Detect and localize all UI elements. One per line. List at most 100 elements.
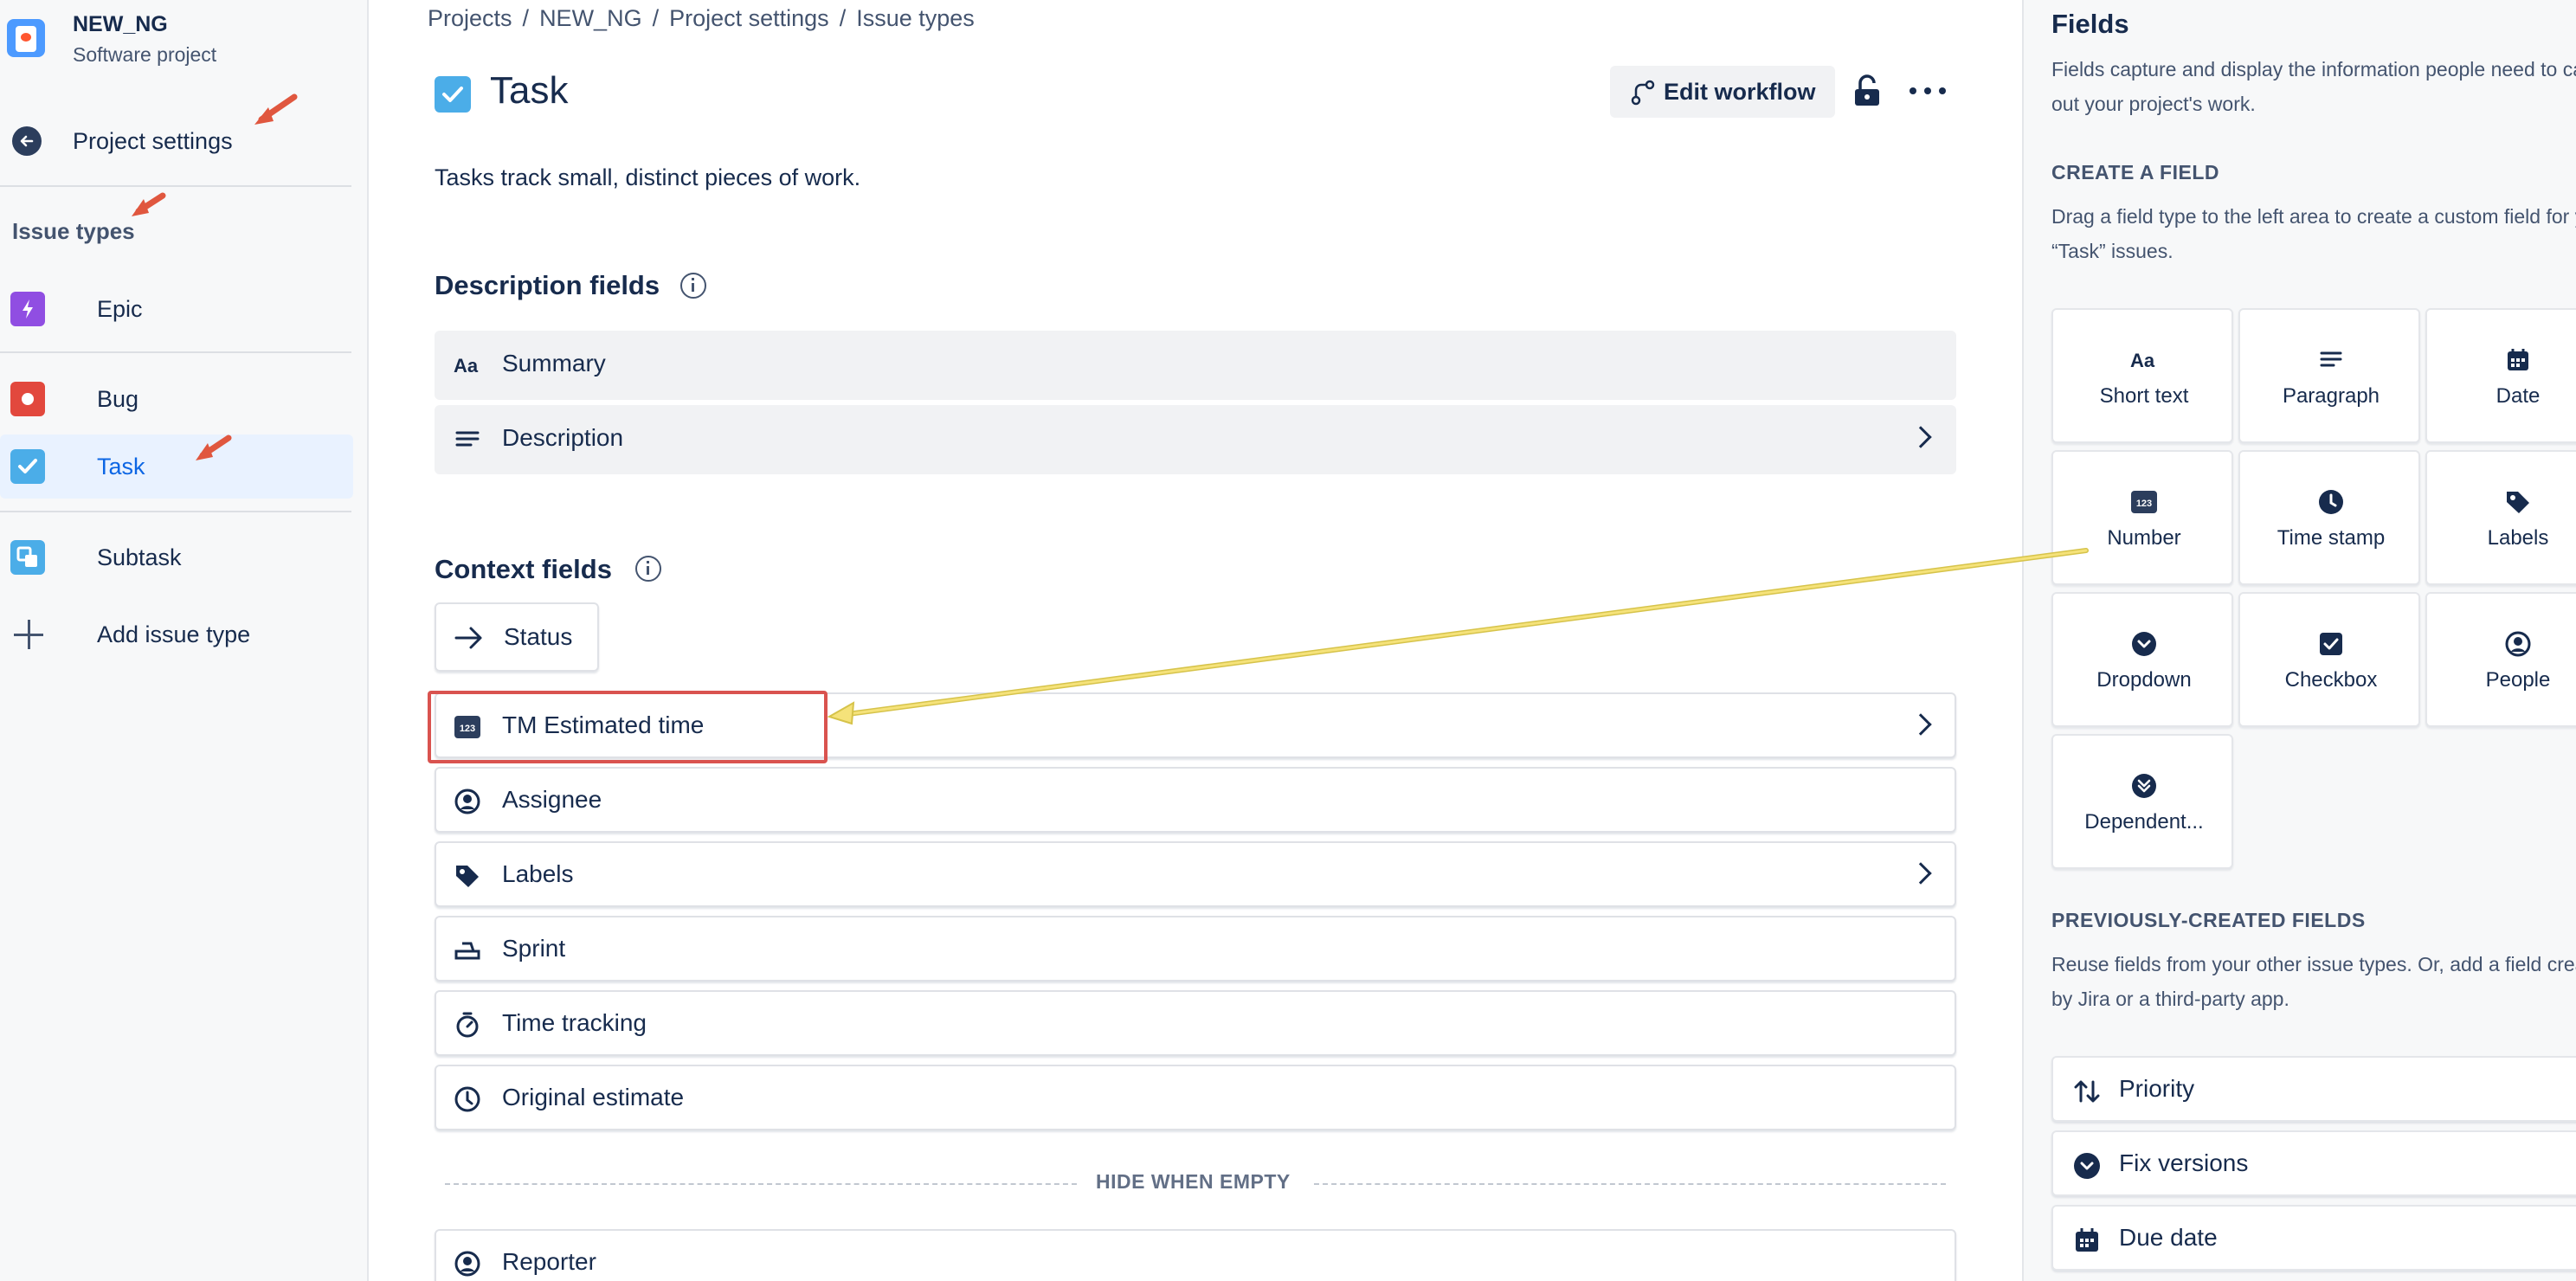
field-label: Sprint (502, 935, 566, 962)
field-label: Summary (502, 350, 606, 377)
breadcrumb-issue-types[interactable]: Issue types (856, 5, 975, 31)
chevron-right-icon (1909, 862, 1932, 885)
field-type-date[interactable]: Date (2425, 308, 2576, 443)
number-icon: 123 (454, 713, 481, 741)
label-icon (2504, 488, 2532, 516)
field-type-people[interactable]: People (2425, 592, 2576, 727)
info-icon[interactable] (635, 556, 661, 582)
edit-workflow-button[interactable]: Edit workflow (1610, 66, 1835, 118)
page-title: Task (490, 69, 569, 112)
person-icon (2504, 630, 2532, 658)
field-label: TM Estimated time (502, 711, 705, 738)
chevron-right-icon (1909, 426, 1932, 448)
svg-text:123: 123 (2136, 499, 2152, 509)
field-original-estimate[interactable]: Original estimate (435, 1065, 1956, 1130)
prev-field-due-date[interactable]: Due date (2051, 1205, 2576, 1271)
field-type-number[interactable]: 123 Number (2051, 450, 2233, 585)
number-icon: 123 (2130, 488, 2158, 516)
chevron-right-icon (1909, 713, 1932, 736)
field-type-checkbox[interactable]: Checkbox (2238, 592, 2420, 727)
field-type-time-stamp[interactable]: Time stamp (2238, 450, 2420, 585)
unlock-icon[interactable] (1852, 74, 1882, 107)
field-labels[interactable]: Labels (435, 841, 1956, 907)
sprint-icon (454, 937, 481, 964)
status-label: Status (504, 623, 573, 650)
tile-label: Time stamp (2277, 526, 2386, 550)
calendar-icon (2072, 1226, 2102, 1255)
project-type: Software project (73, 43, 217, 66)
issue-type-description: Tasks track small, distinct pieces of wo… (435, 164, 861, 190)
svg-text:123: 123 (460, 724, 475, 734)
create-field-text: Drag a field type to the left area to cr… (2051, 205, 2576, 262)
add-issue-type-button[interactable]: Add issue type (0, 602, 353, 666)
task-icon (10, 449, 45, 484)
add-issue-type-label: Add issue type (97, 621, 251, 647)
field-reporter[interactable]: Reporter (435, 1229, 1956, 1281)
field-type-paragraph[interactable]: Paragraph (2238, 308, 2420, 443)
plus-icon (12, 618, 45, 651)
sidebar-item-epic[interactable]: Epic (0, 277, 353, 341)
fields-panel-intro: Fields capture and display the informati… (2051, 58, 2576, 115)
prev-field-label: Priority (2119, 1075, 2195, 1102)
project-settings-label: Project settings (73, 128, 233, 154)
sidebar-item-subtask[interactable]: Subtask (0, 525, 353, 589)
prev-field-fix-versions[interactable]: Fix versions (2051, 1130, 2576, 1196)
sidebar: NEW_NG Software project Project settings… (0, 0, 369, 1281)
fields-panel: Fields Fields capture and display the in… (2022, 0, 2576, 1281)
dependent-dropdown-icon (2130, 772, 2158, 800)
description-fields-heading: Description fields (435, 270, 660, 300)
tile-label: Short text (2099, 384, 2189, 408)
sidebar-item-label: Subtask (97, 544, 182, 570)
status-field[interactable]: Status (435, 602, 599, 672)
sidebar-item-bug[interactable]: Bug (0, 367, 353, 431)
context-fields-heading: Context fields (435, 554, 612, 584)
tile-label: Labels (2487, 526, 2549, 550)
field-summary[interactable]: Aa Summary (435, 331, 1956, 400)
create-field-heading: CREATE A FIELD (2051, 161, 2219, 183)
hide-when-empty-divider: HIDE WHEN EMPTY (445, 1170, 1946, 1193)
dropdown-icon (2072, 1151, 2102, 1181)
field-tm-estimated-time[interactable]: 123 TM Estimated time (435, 692, 1956, 758)
prev-field-label: Due date (2119, 1224, 2218, 1251)
breadcrumb-projects[interactable]: Projects (428, 5, 512, 31)
tile-label: Paragraph (2282, 384, 2380, 408)
field-label: Assignee (502, 786, 602, 813)
person-icon (454, 1250, 481, 1278)
field-assignee[interactable]: Assignee (435, 767, 1956, 833)
field-label: Description (502, 424, 624, 451)
sidebar-item-label: Epic (97, 296, 143, 322)
breadcrumb-project-settings[interactable]: Project settings (669, 5, 829, 31)
sidebar-item-task[interactable]: Task (0, 435, 353, 499)
field-description[interactable]: Description (435, 405, 1956, 474)
field-type-short-text[interactable]: Aa Short text (2051, 308, 2233, 443)
prev-field-priority[interactable]: Priority (2051, 1056, 2576, 1122)
divider (0, 185, 351, 187)
field-type-dependent-dropdown[interactable]: Dependent... (2051, 734, 2233, 869)
clock-icon (2317, 488, 2345, 516)
field-sprint[interactable]: Sprint (435, 916, 1956, 982)
svg-text:Aa: Aa (454, 355, 479, 377)
field-label: Labels (502, 860, 574, 887)
prev-field-label: Fix versions (2119, 1149, 2249, 1176)
tile-label: Number (2107, 526, 2181, 550)
person-icon (454, 788, 481, 815)
project-name: NEW_NG (73, 12, 168, 36)
breadcrumb-project[interactable]: NEW_NG (539, 5, 642, 31)
field-type-labels[interactable]: Labels (2425, 450, 2576, 585)
arrow-left-icon (12, 126, 42, 156)
previously-created-heading: PREVIOUSLY-CREATED FIELDS (2051, 909, 2366, 931)
back-to-project-settings[interactable]: Project settings (0, 119, 353, 161)
fields-panel-title: Fields (2051, 9, 2129, 39)
paragraph-icon (2317, 346, 2345, 374)
issue-types-heading: Issue types (12, 218, 135, 244)
paragraph-icon (454, 426, 481, 454)
clock-icon (454, 1085, 481, 1113)
info-icon[interactable] (680, 273, 706, 299)
field-time-tracking[interactable]: Time tracking (435, 990, 1956, 1056)
more-actions-icon[interactable] (1908, 80, 1948, 102)
field-type-dropdown[interactable]: Dropdown (2051, 592, 2233, 727)
checkbox-icon (2317, 630, 2345, 658)
field-label: Original estimate (502, 1084, 685, 1110)
sidebar-item-label: Bug (97, 386, 139, 412)
label-icon (454, 862, 481, 890)
